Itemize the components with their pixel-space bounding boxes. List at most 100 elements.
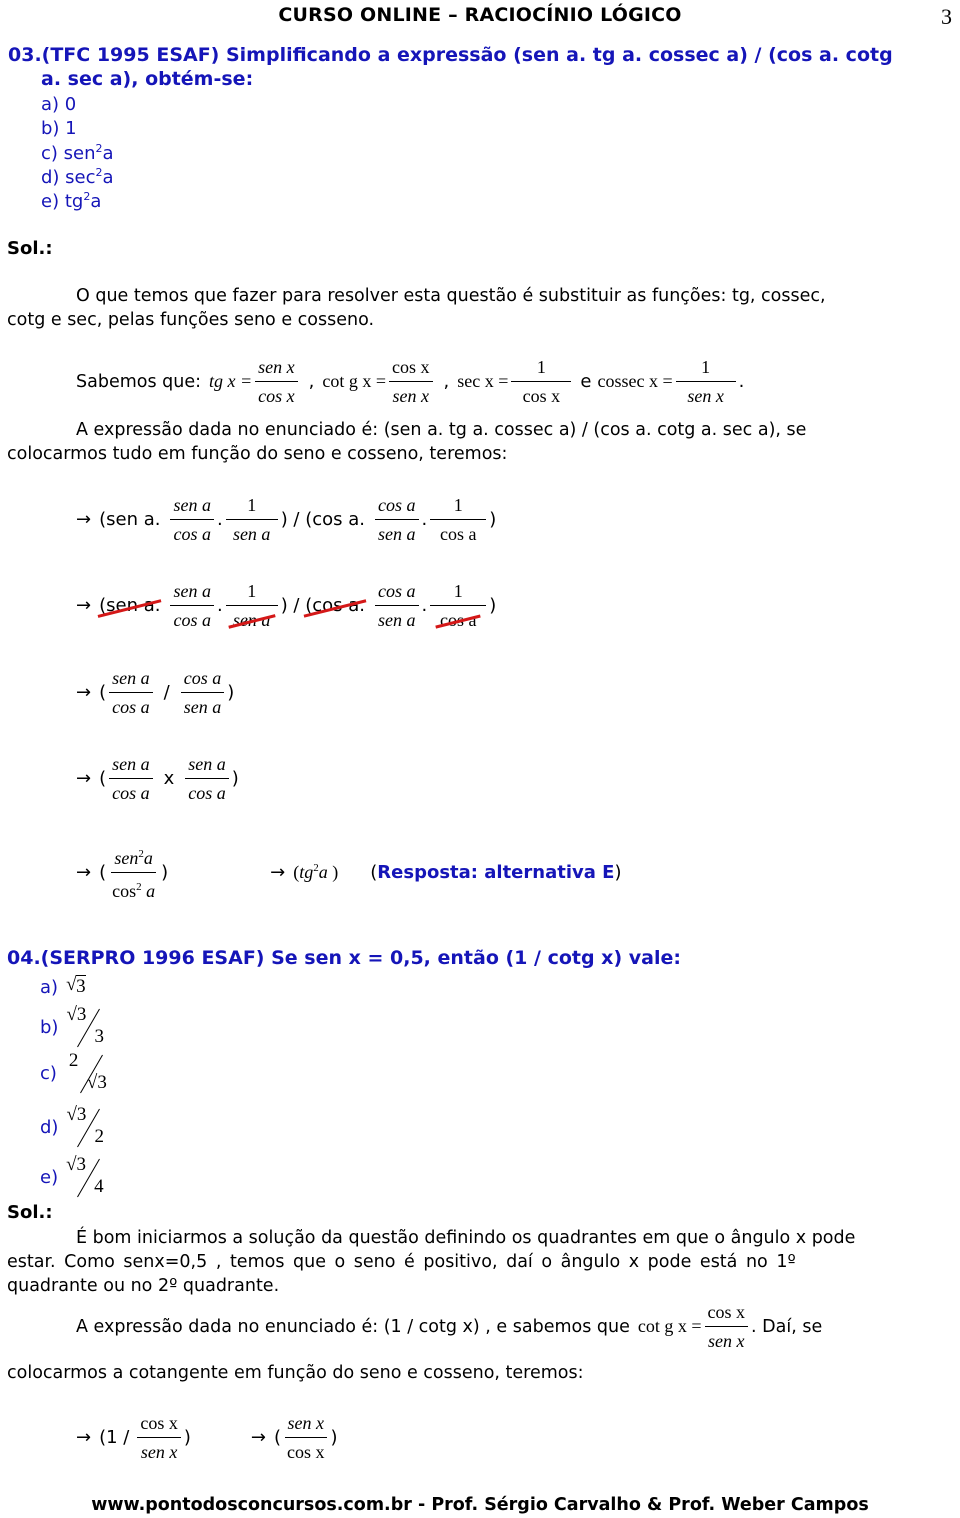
radicand: 3 (76, 975, 86, 997)
para2-post: . Daí, se (751, 1316, 823, 1337)
q04-option-c-label: c) (40, 1062, 57, 1084)
page-header-title: CURSO ONLINE – RACIOCÍNIO LÓGICO (278, 4, 682, 26)
den: cos a (112, 783, 150, 803)
open-paren: ( (99, 682, 107, 703)
struck-sen-a: (sen a. (99, 595, 161, 616)
sec-lhs: sec x = (457, 371, 509, 391)
arrow-icon: → (76, 862, 92, 883)
q03-option-d-sup: 2 (95, 166, 103, 179)
arrow-icon: → (76, 1427, 92, 1448)
step2-frac4: 1 cos a (430, 580, 487, 631)
step2-frac2: 1 sen a (225, 580, 278, 631)
slash-fraction: √3 3 (66, 1004, 116, 1050)
q03-option-e-tail: a (90, 191, 102, 212)
q04-option-a: a) 3 (40, 974, 86, 998)
q03-solution-label: Sol.: (7, 238, 53, 259)
arrow-icon: → (76, 682, 92, 703)
open-one-over: (1 / (99, 1427, 130, 1448)
question-04-title: 04.(SERPRO 1996 ESAF) Se sen x = 0,5, en… (7, 947, 681, 969)
cotg-lhs: cot g x = (322, 371, 387, 391)
page-footer: www.pontodosconcursos.com.br - Prof. Sér… (91, 1495, 869, 1515)
dot: . (216, 509, 223, 530)
sec-num: 1 (511, 356, 572, 382)
step1-frac3: cos a sen a (375, 494, 419, 545)
num: cos x (137, 1412, 181, 1438)
top: 2 (68, 1050, 79, 1071)
q04-option-e: e) √3 4 (40, 1154, 116, 1200)
para2-pre: A expressão dada no enunciado é: (1 / co… (76, 1316, 630, 1337)
arrow-icon: → (270, 862, 286, 883)
close-paren: ) (330, 1427, 338, 1448)
arrow-icon: → (76, 509, 92, 530)
step1-frac1: sen a cos a (170, 494, 214, 545)
close-paren: ) (231, 768, 239, 789)
q03-option-e: e) tg2a (41, 190, 101, 212)
e-connector: e (580, 371, 592, 392)
close-paren: ) (489, 595, 497, 616)
q04-para2-line2: colocarmos a cotangente em função do sen… (7, 1363, 584, 1383)
q04-option-d-label: d) (40, 1116, 59, 1138)
num: sen a (185, 753, 229, 779)
den: sen a (183, 697, 222, 717)
cotg-num: cos x (389, 356, 433, 382)
num: cos a (375, 580, 419, 606)
bottom: 4 (94, 1176, 104, 1197)
cotg-lhs: cot g x = (637, 1316, 702, 1336)
top: √3 (66, 1154, 87, 1175)
slash-fraction: √3 2 (66, 1104, 116, 1150)
cos: cos (112, 881, 137, 901)
num: sen a (170, 580, 214, 606)
num: sen a (109, 667, 153, 693)
q04-para1-line2: estar. Como senx=0,5 , temos que o seno … (7, 1252, 796, 1272)
step4-frac1: sen a cos a (109, 753, 153, 804)
den: cos a (112, 697, 150, 717)
q04-option-d: d) √3 2 (40, 1104, 116, 1150)
q03-step-2: → (sen a. sen a cos a . 1 sen a ) / (cos a… (76, 580, 496, 631)
arrow-icon: → (76, 595, 92, 616)
arrow-icon: → (250, 1427, 266, 1448)
num: cos a (180, 667, 225, 693)
q03-option-e-label: e) tg (41, 191, 84, 212)
num: 1 (225, 580, 278, 606)
answer-text: Resposta: alternativa E (377, 862, 615, 883)
arrow-icon: → (76, 768, 92, 789)
den: cos a (188, 783, 226, 803)
q03-option-c-tail: a (102, 143, 114, 164)
num: sen x (284, 1412, 327, 1438)
cossec-den: sen x (687, 386, 724, 406)
sabemos-label: Sabemos que: (76, 371, 202, 392)
q03-para1-line1: O que temos que fazer para resolver esta… (76, 286, 826, 306)
step1-open-sen: (sen a. (99, 509, 161, 530)
sec-fraction: 1 cos x (511, 356, 572, 407)
q03-step-4: → ( sen a cos a x sen a cos a ) (76, 753, 239, 804)
step3-frac1: sen a cos a (109, 667, 153, 718)
close-paren: ) (183, 1427, 191, 1448)
sq: 2 (136, 881, 142, 893)
den: sen a (378, 524, 416, 544)
q03-step-1: → (sen a. sen a cos a . 1 sen a ) / (cos a… (76, 494, 496, 545)
open-paren: ( (273, 1427, 282, 1448)
den: cos x (287, 1442, 325, 1462)
dot: . (421, 509, 428, 530)
q04-option-a-label: a) (40, 976, 59, 998)
q03-option-d-label: d) sec (41, 167, 96, 188)
sec-den: cos x (522, 386, 561, 406)
a: a (143, 848, 153, 868)
question-03-title-line2: a. sec a), obtém-se: (41, 68, 254, 90)
step3-frac2: cos a sen a (180, 667, 225, 718)
q04-para2-line1: A expressão dada no enunciado é: (1 / co… (76, 1301, 822, 1352)
bottom: √3 (86, 1072, 107, 1093)
tg-den: cos x (258, 386, 295, 406)
q04-steps: → (1 / cos x sen x ) → ( sen x cos x ) (76, 1412, 338, 1463)
q03-option-c-sup: 2 (95, 142, 103, 155)
cossec-fraction: 1 sen x (675, 356, 736, 407)
cotg-fraction: cos x sen x (704, 1301, 749, 1352)
top: √3 (66, 1104, 87, 1125)
den: sen a (232, 524, 271, 544)
q04-option-c: c) 2 √3 (40, 1050, 119, 1096)
num: cos x (704, 1301, 749, 1327)
struck-cos-a: (cos a. (305, 595, 366, 616)
slash-fraction: 2 √3 (69, 1050, 119, 1096)
step2-frac1: sen a cos a (170, 580, 214, 631)
close-paren: ) (332, 862, 339, 882)
